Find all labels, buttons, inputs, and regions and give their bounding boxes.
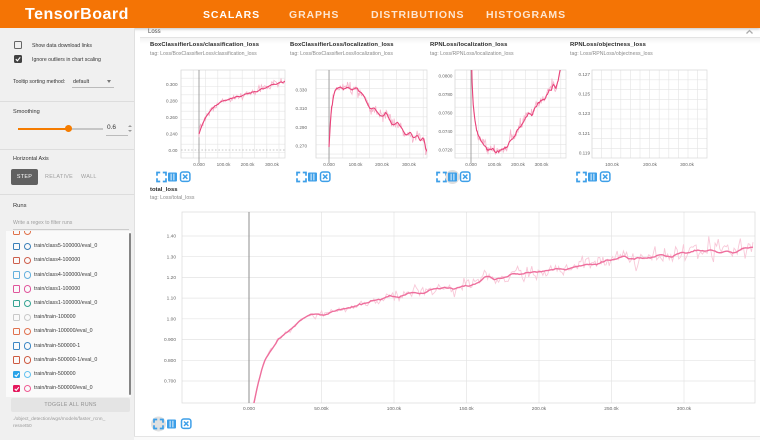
svg-text:1.00: 1.00 [167, 316, 177, 322]
svg-text:0.000: 0.000 [243, 406, 255, 412]
svg-text:100.0k: 100.0k [349, 162, 363, 167]
svg-text:0.300: 0.300 [166, 82, 178, 87]
svg-text:100.0k: 100.0k [488, 162, 502, 167]
svg-text:300.0k: 300.0k [265, 162, 279, 167]
svg-text:0.121: 0.121 [579, 131, 591, 136]
svg-text:100.0k: 100.0k [387, 406, 402, 412]
svg-text:0.290: 0.290 [296, 125, 308, 130]
svg-text:0.0740: 0.0740 [438, 129, 452, 134]
svg-text:0.0760: 0.0760 [438, 111, 452, 116]
svg-text:0.0800: 0.0800 [438, 74, 452, 79]
svg-text:0.330: 0.330 [296, 88, 308, 93]
svg-text:0.119: 0.119 [579, 150, 591, 155]
svg-text:0.800: 0.800 [164, 358, 176, 364]
svg-text:200.0k: 200.0k [375, 162, 389, 167]
svg-text:0.125: 0.125 [579, 92, 591, 97]
svg-text:300.0k: 300.0k [402, 162, 416, 167]
svg-text:0.270: 0.270 [296, 144, 308, 149]
svg-text:0.00: 0.00 [169, 148, 178, 153]
svg-text:0.127: 0.127 [579, 72, 591, 77]
svg-text:1.40: 1.40 [167, 234, 177, 240]
svg-text:0.700: 0.700 [164, 379, 176, 385]
svg-text:0.0780: 0.0780 [438, 92, 452, 97]
svg-text:0.900: 0.900 [164, 337, 176, 343]
svg-text:0.310: 0.310 [296, 106, 308, 111]
svg-text:0.280: 0.280 [166, 99, 178, 104]
svg-text:0.0720: 0.0720 [438, 148, 452, 153]
svg-text:1.10: 1.10 [167, 296, 177, 302]
svg-text:200.0k: 200.0k [643, 162, 657, 167]
svg-text:300.0k: 300.0k [677, 406, 692, 412]
svg-text:0.123: 0.123 [579, 111, 591, 116]
svg-text:200.0k: 200.0k [532, 406, 547, 412]
svg-text:1.20: 1.20 [167, 275, 177, 281]
svg-text:100.0k: 100.0k [605, 162, 619, 167]
svg-text:50.00k: 50.00k [314, 406, 329, 412]
svg-text:300.0k: 300.0k [535, 162, 549, 167]
svg-text:1.30: 1.30 [167, 254, 177, 260]
svg-text:0.260: 0.260 [166, 115, 178, 120]
svg-text:250.0k: 250.0k [604, 406, 619, 412]
svg-text:100.0k: 100.0k [217, 162, 231, 167]
svg-text:200.0k: 200.0k [511, 162, 525, 167]
svg-text:200.0k: 200.0k [241, 162, 255, 167]
svg-text:0.240: 0.240 [166, 132, 178, 137]
svg-text:300.0k: 300.0k [680, 162, 694, 167]
svg-text:150.0k: 150.0k [459, 406, 474, 412]
